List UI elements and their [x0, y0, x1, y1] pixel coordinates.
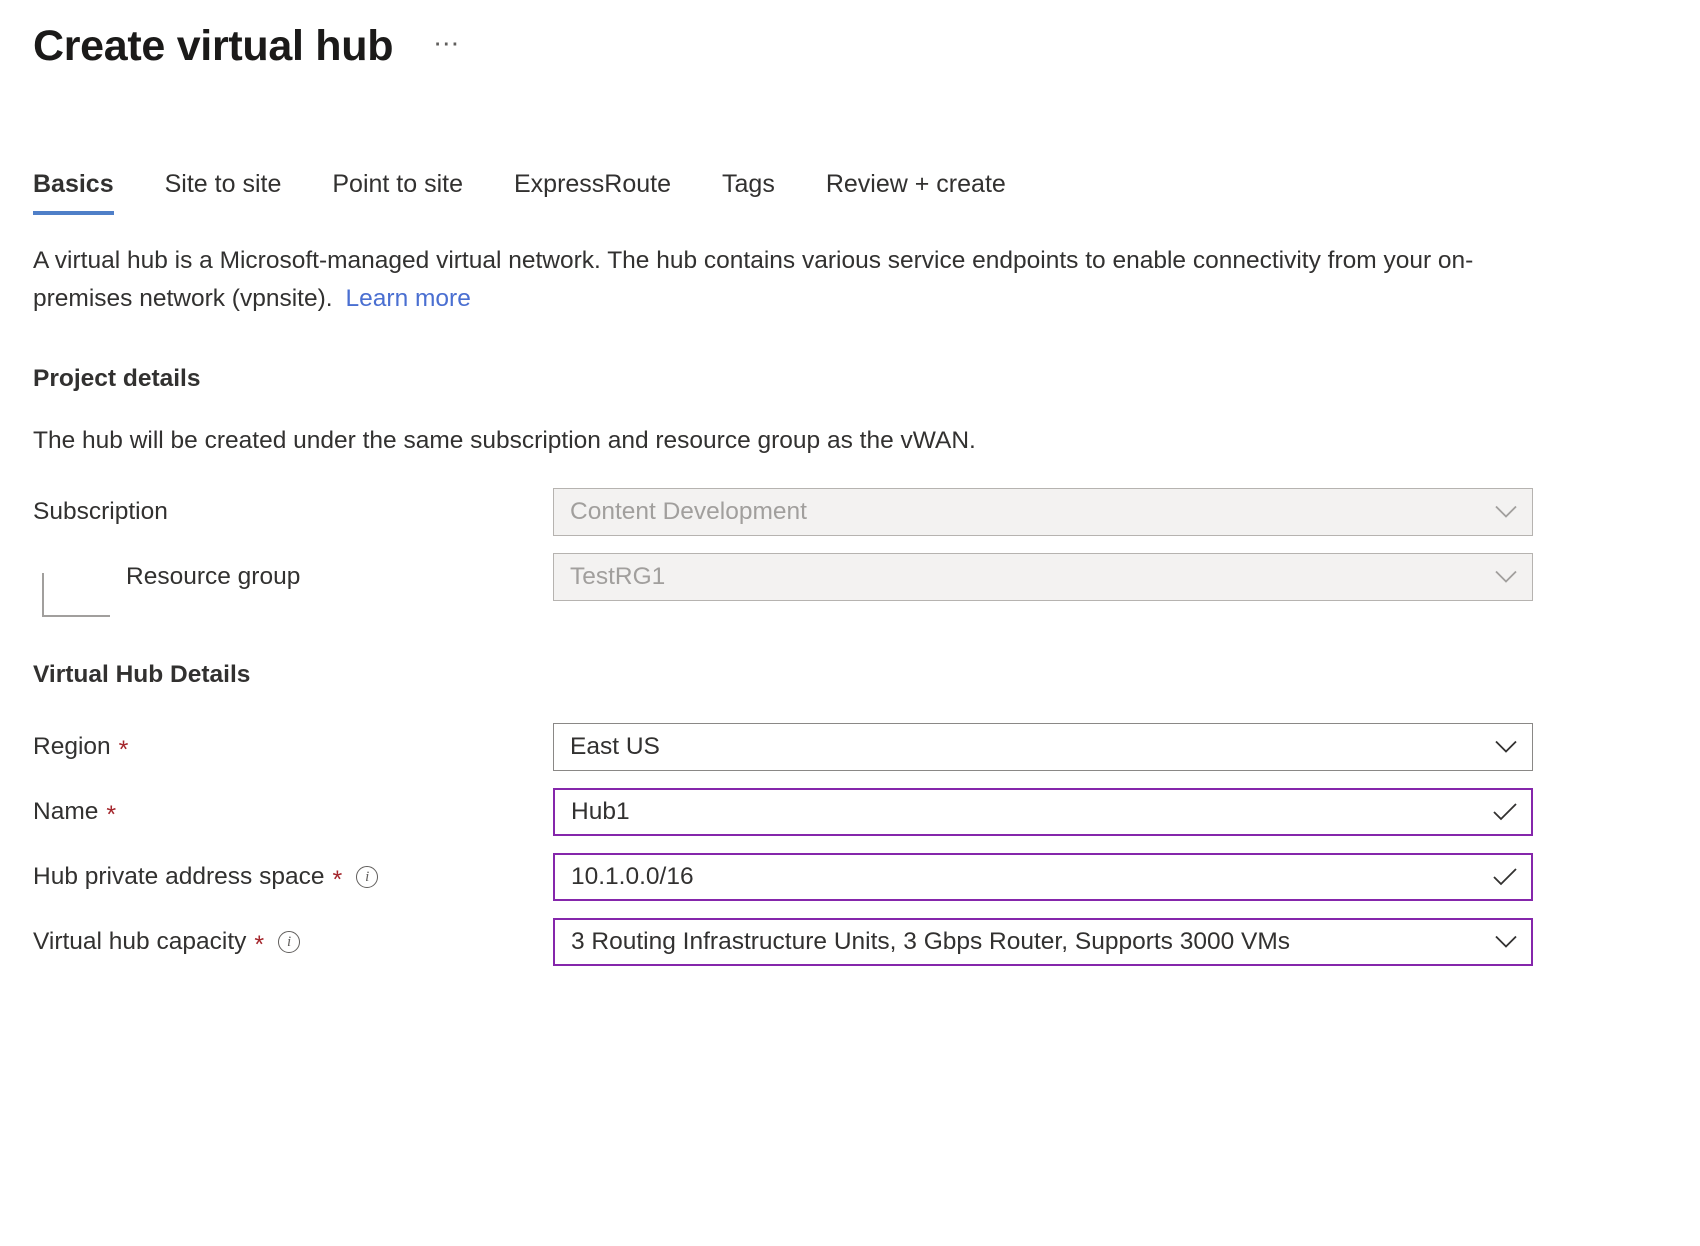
subscription-field: Content Development: [553, 488, 1533, 536]
blade-header: Create virtual hub ⋯: [0, 0, 1700, 71]
info-icon[interactable]: i: [278, 931, 300, 953]
subscription-label: Subscription: [33, 498, 553, 526]
more-options-icon[interactable]: ⋯: [433, 30, 461, 56]
project-details-subtext: The hub will be created under the same s…: [33, 423, 1700, 460]
capacity-label-text: Virtual hub capacity: [33, 928, 246, 956]
subscription-select[interactable]: Content Development: [553, 488, 1533, 536]
tab-review-create[interactable]: Review + create: [826, 169, 1006, 215]
address-space-label-text: Hub private address space: [33, 863, 324, 891]
page-title: Create virtual hub: [33, 22, 393, 71]
row-subscription: Subscription Content Development: [0, 486, 1700, 538]
virtual-hub-details-form: Region * East US Name * Hub1: [0, 721, 1700, 968]
address-space-label: Hub private address space * i: [33, 863, 553, 891]
name-field: Hub1: [553, 788, 1533, 836]
tab-bar: Basics Site to site Point to site Expres…: [0, 159, 1700, 215]
resource-group-field: TestRG1: [553, 553, 1533, 601]
tab-point-to-site[interactable]: Point to site: [332, 169, 463, 215]
capacity-field: 3 Routing Infrastructure Units, 3 Gbps R…: [553, 918, 1533, 966]
name-input[interactable]: Hub1: [553, 788, 1533, 836]
capacity-required-asterisk: *: [254, 933, 264, 958]
virtual-hub-details-heading: Virtual Hub Details: [33, 661, 1700, 689]
capacity-label: Virtual hub capacity * i: [33, 928, 553, 956]
tab-basics[interactable]: Basics: [33, 169, 114, 215]
tab-site-to-site[interactable]: Site to site: [165, 169, 282, 215]
region-required-asterisk: *: [119, 738, 129, 763]
resource-group-label: Resource group: [33, 563, 553, 591]
name-label-text: Name: [33, 798, 98, 826]
resource-group-wrapper: Resource group TestRG1: [0, 551, 1700, 603]
region-label-text: Region: [33, 733, 111, 761]
intro-paragraph: A virtual hub is a Microsoft-managed vir…: [33, 242, 1523, 318]
project-details-form: Subscription Content Development Resourc…: [0, 486, 1700, 603]
address-space-required-asterisk: *: [332, 868, 342, 893]
name-required-asterisk: *: [106, 803, 116, 828]
tab-expressroute[interactable]: ExpressRoute: [514, 169, 671, 215]
capacity-select[interactable]: 3 Routing Infrastructure Units, 3 Gbps R…: [553, 918, 1533, 966]
row-capacity: Virtual hub capacity * i 3 Routing Infra…: [0, 916, 1700, 968]
learn-more-link[interactable]: Learn more: [346, 285, 471, 312]
row-resource-group: Resource group TestRG1: [0, 551, 1700, 603]
resource-group-select[interactable]: TestRG1: [553, 553, 1533, 601]
address-space-input[interactable]: 10.1.0.0/16: [553, 853, 1533, 901]
name-label: Name *: [33, 798, 553, 826]
region-field: East US: [553, 723, 1533, 771]
project-details-heading: Project details: [33, 365, 1700, 393]
address-space-field: 10.1.0.0/16: [553, 853, 1533, 901]
tab-tags[interactable]: Tags: [722, 169, 775, 215]
row-name: Name * Hub1: [0, 786, 1700, 838]
row-address-space: Hub private address space * i 10.1.0.0/1…: [0, 851, 1700, 903]
create-virtual-hub-blade: Create virtual hub ⋯ Basics Site to site…: [0, 0, 1700, 1246]
info-icon[interactable]: i: [356, 866, 378, 888]
row-region: Region * East US: [0, 721, 1700, 773]
region-label: Region *: [33, 733, 553, 761]
intro-text: A virtual hub is a Microsoft-managed vir…: [33, 247, 1473, 312]
region-select[interactable]: East US: [553, 723, 1533, 771]
